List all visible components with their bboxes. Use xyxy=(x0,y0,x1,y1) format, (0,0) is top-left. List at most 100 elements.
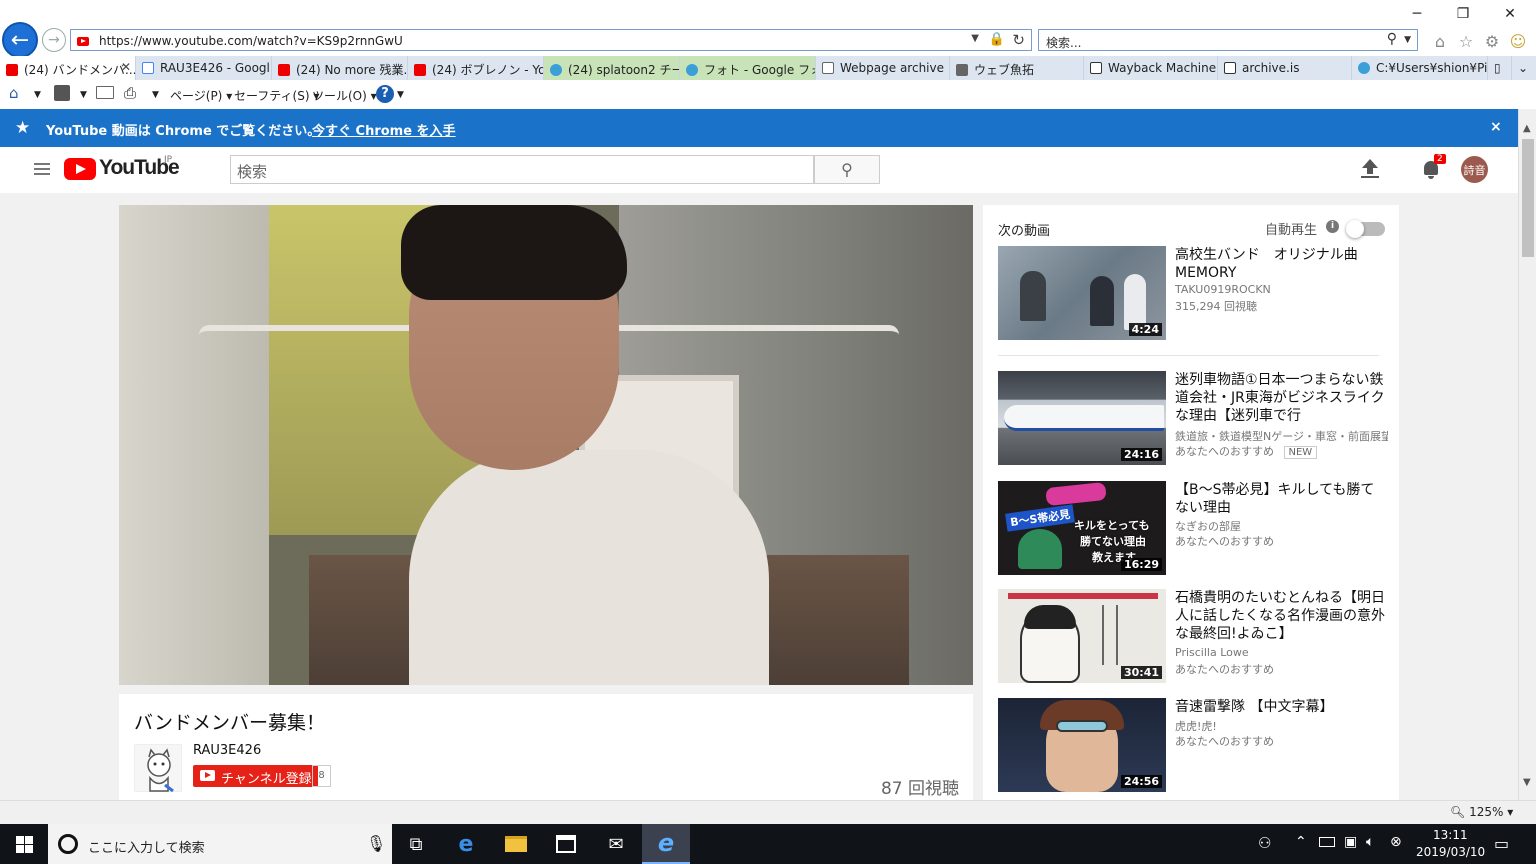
video-thumbnail[interactable]: B～S帯必見 キルをとっても 勝てない理由 教えます 16:29 xyxy=(998,481,1166,575)
recommended-video[interactable]: 24:16 迷列車物語①日本一つまらない鉄道会社・JR東海がビジネスライクな理由… xyxy=(998,371,1388,467)
tab[interactable]: (24) No more 残業... xyxy=(272,56,408,80)
new-tab-button[interactable]: ▯ xyxy=(1488,56,1512,80)
scroll-down-icon[interactable]: ▼ xyxy=(1523,777,1531,788)
tab[interactable]: RAU3E426 - Googl... xyxy=(136,56,272,80)
action-center-icon[interactable]: ▭ xyxy=(1494,834,1509,853)
favorites-star-icon[interactable]: ☆ xyxy=(1456,31,1476,51)
youtube-search-button[interactable]: ⚲ xyxy=(814,155,880,184)
upload-icon[interactable] xyxy=(1361,159,1379,179)
tab[interactable]: archive.is xyxy=(1218,56,1352,80)
tab[interactable]: Wayback Machine xyxy=(1084,56,1218,80)
help-icon[interactable]: ? xyxy=(376,85,394,103)
youtube-play-icon xyxy=(200,770,215,781)
subscribe-button[interactable]: チャンネル登録 xyxy=(193,765,318,787)
browser-search-input[interactable]: 検索... ⚲ ▼ xyxy=(1038,29,1418,51)
tools-menu[interactable]: ツール(O) ▾ xyxy=(312,87,377,104)
mail-icon[interactable] xyxy=(96,86,114,99)
url-input[interactable]: https://www.youtube.com/watch?v=KS9p2rnn… xyxy=(70,29,1032,51)
forward-button[interactable]: → xyxy=(42,28,66,52)
youtube-search-input[interactable]: 検索 xyxy=(230,155,814,184)
tab[interactable]: Webpage archive xyxy=(816,56,950,80)
video-thumbnail[interactable]: 4:24 xyxy=(998,246,1166,340)
close-tab-icon[interactable]: ✕ xyxy=(121,60,131,74)
dropdown-icon[interactable]: ▼ xyxy=(152,90,159,100)
no-input-icon[interactable]: ⊗ xyxy=(1390,834,1402,850)
battery-icon[interactable] xyxy=(1319,837,1335,847)
hamburger-menu-icon[interactable] xyxy=(34,163,50,175)
video-thumbnail[interactable]: 30:41 xyxy=(998,589,1166,683)
feeds-icon[interactable] xyxy=(54,85,70,101)
lock-icon[interactable]: 🔒 xyxy=(989,32,1005,47)
notification-badge: 2 xyxy=(1434,154,1446,164)
tab[interactable]: C:¥Users¥shion¥Pi... xyxy=(1352,56,1488,80)
tab[interactable]: フォト - Google フォト xyxy=(680,56,816,80)
dropdown-icon[interactable]: ▼ xyxy=(1404,35,1411,45)
autoplay-toggle[interactable] xyxy=(1346,220,1385,238)
recommended-video[interactable]: B～S帯必見 キルをとっても 勝てない理由 教えます 16:29 【B～S帯必見… xyxy=(998,481,1388,577)
dropdown-icon[interactable]: ▼ xyxy=(971,33,979,44)
dropdown-icon[interactable]: ▼ xyxy=(397,90,404,100)
page-menu[interactable]: ページ(P) ▾ xyxy=(170,87,232,104)
windows-logo-icon xyxy=(15,835,33,853)
mail-button[interactable]: ✉ xyxy=(592,824,640,864)
smiley-feedback-icon[interactable]: ☺ xyxy=(1508,31,1528,51)
video-title[interactable]: 石橋貴明のたいむとんねる【明日人に話したくなる名作漫画の意外な最終回!よゐこ】 xyxy=(1175,589,1388,643)
chevron-up-icon[interactable]: ⌃ xyxy=(1295,834,1307,850)
tab[interactable]: (24) ボブレノン - You... xyxy=(408,56,544,80)
youtube-favicon-icon xyxy=(414,64,426,76)
minimize-button[interactable]: ─ xyxy=(1402,4,1432,24)
scrollbar-thumb[interactable] xyxy=(1522,139,1534,257)
store-button[interactable] xyxy=(542,824,590,864)
thumbnail-text: B～S帯必見 xyxy=(1005,504,1076,532)
close-promo-button[interactable]: × xyxy=(1490,119,1502,135)
clock-time[interactable]: 13:11 xyxy=(1433,828,1468,842)
page-scrollbar[interactable]: ▲ ▼ xyxy=(1518,109,1536,800)
microphone-icon[interactable]: 🎙︎ xyxy=(366,834,386,853)
start-button[interactable] xyxy=(0,824,48,864)
task-view-button[interactable]: ⧉ xyxy=(392,824,440,864)
file-explorer-button[interactable] xyxy=(492,824,540,864)
zoom-level[interactable]: 🔍︎ 125% ▾ xyxy=(1450,805,1513,819)
gear-icon[interactable]: ⚙ xyxy=(1482,31,1502,51)
search-icon[interactable]: ⚲ xyxy=(1387,31,1397,47)
edge-taskbar-button[interactable]: e xyxy=(442,824,490,864)
video-player[interactable] xyxy=(119,205,973,685)
account-avatar[interactable]: 詩音 xyxy=(1461,156,1488,183)
tab[interactable]: (24) splatoon2 チー... xyxy=(544,56,680,80)
scroll-up-icon[interactable]: ▲ xyxy=(1523,123,1531,134)
home-icon[interactable]: ⌂ xyxy=(1430,31,1450,51)
back-button[interactable]: ← xyxy=(2,22,38,58)
tab[interactable]: ウェブ魚拓 xyxy=(950,56,1084,80)
dropdown-icon[interactable]: ▼ xyxy=(80,90,87,100)
youtube-logo-icon[interactable] xyxy=(64,158,96,180)
safety-menu[interactable]: セーフティ(S) ▾ xyxy=(234,87,319,104)
ie-taskbar-button[interactable]: e xyxy=(642,824,690,864)
tab-active[interactable]: (24) バンドメンバ... ✕ xyxy=(0,56,136,80)
network-icon[interactable]: ▣ xyxy=(1344,834,1357,850)
print-icon[interactable]: ⎙ xyxy=(124,84,136,102)
volume-icon[interactable]: 🔈︎ xyxy=(1366,834,1374,850)
tab-list-button[interactable]: ⌄ xyxy=(1512,56,1536,80)
recommended-video[interactable]: 30:41 石橋貴明のたいむとんねる【明日人に話したくなる名作漫画の意外な最終回… xyxy=(998,589,1388,685)
video-title[interactable]: 迷列車物語①日本一つまらない鉄道会社・JR東海がビジネスライクな理由【迷列車で行 xyxy=(1175,371,1388,425)
channel-name[interactable]: RAU3E426 xyxy=(193,743,261,758)
close-window-button[interactable]: ✕ xyxy=(1495,4,1525,24)
clock-date[interactable]: 2019/03/10 xyxy=(1416,845,1485,859)
video-thumbnail[interactable]: 24:16 xyxy=(998,371,1166,465)
home-icon[interactable]: ⌂ xyxy=(9,84,19,102)
people-icon[interactable]: ⚇ xyxy=(1258,834,1271,852)
region-label: JP xyxy=(164,155,173,165)
channel-avatar[interactable] xyxy=(134,744,182,793)
video-thumbnail[interactable]: 24:56 xyxy=(998,698,1166,792)
video-title[interactable]: 高校生バンド オリジナル曲 MEMORY xyxy=(1175,246,1388,282)
recommended-video[interactable]: 24:56 音速雷撃隊 【中文字幕】 虎虎!虎! あなたへのおすすめ xyxy=(998,698,1388,794)
dropdown-icon[interactable]: ▼ xyxy=(34,90,41,100)
get-chrome-link[interactable]: 今すぐ Chrome を入手 xyxy=(312,120,456,139)
restore-button[interactable]: ❐ xyxy=(1448,4,1478,24)
info-icon[interactable]: i xyxy=(1326,220,1339,233)
taskbar-search-box[interactable]: ここに入力して検索 🎙︎ xyxy=(48,824,392,864)
recommended-video[interactable]: 4:24 高校生バンド オリジナル曲 MEMORY TAKU0919ROCKN … xyxy=(998,246,1388,342)
video-title[interactable]: 【B～S帯必見】キルしても勝てない理由 xyxy=(1175,481,1388,517)
refresh-icon[interactable]: ↻ xyxy=(1012,31,1025,49)
video-title[interactable]: 音速雷撃隊 【中文字幕】 xyxy=(1175,698,1388,716)
